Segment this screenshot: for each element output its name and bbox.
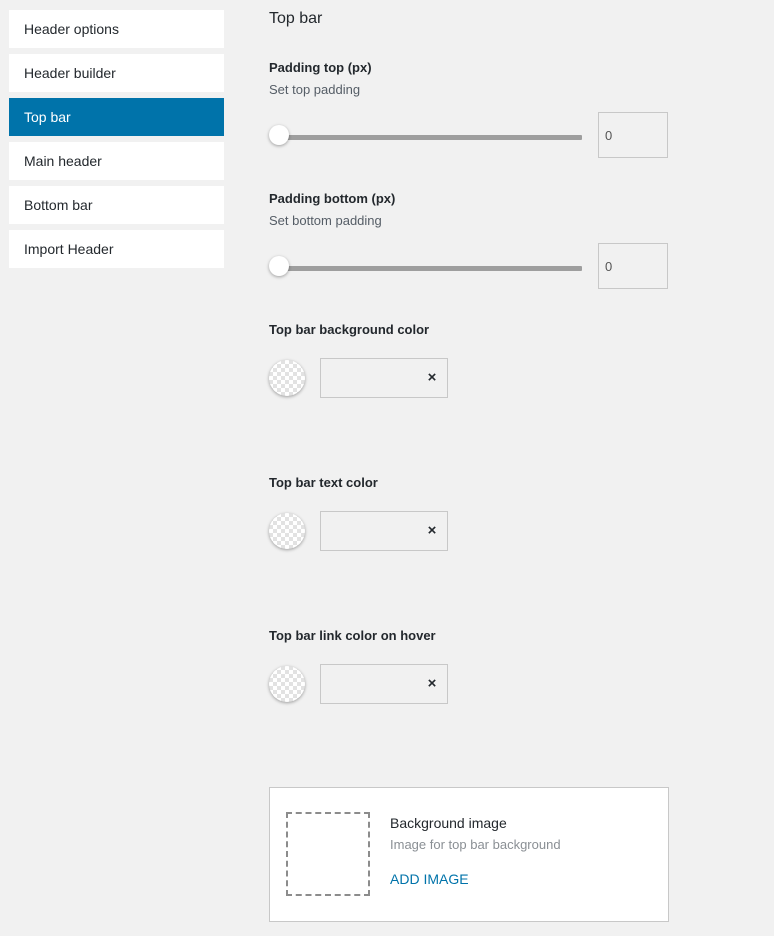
padding-top-slider[interactable] xyxy=(269,124,582,150)
image-placeholder-icon[interactable] xyxy=(286,812,370,896)
page-title: Top bar xyxy=(269,10,323,27)
bg-color-label: Top bar background color xyxy=(269,322,430,337)
padding-bottom-description: Set bottom padding xyxy=(269,213,382,228)
link-hover-color-swatch[interactable] xyxy=(269,666,305,702)
customizer-panel: Header options Header builder Top bar Ma… xyxy=(0,0,774,936)
bg-color-swatch[interactable] xyxy=(269,360,305,396)
text-color-label: Top bar text color xyxy=(269,475,378,490)
sidebar-nav: Header options Header builder Top bar Ma… xyxy=(9,10,224,274)
bg-color-input[interactable] xyxy=(321,359,421,397)
sidebar-item-header-options[interactable]: Header options xyxy=(9,10,224,48)
padding-bottom-input[interactable] xyxy=(598,243,668,289)
padding-bottom-slider-handle[interactable] xyxy=(269,256,289,276)
add-image-button[interactable]: ADD IMAGE xyxy=(390,871,469,887)
padding-top-input[interactable] xyxy=(598,112,668,158)
padding-top-description: Set top padding xyxy=(269,82,361,97)
sidebar-item-bottom-bar[interactable]: Bottom bar xyxy=(9,186,224,224)
padding-top-slider-handle[interactable] xyxy=(269,125,289,145)
sidebar-item-top-bar[interactable]: Top bar xyxy=(9,98,224,136)
padding-bottom-label: Padding bottom (px) xyxy=(269,191,396,206)
close-icon[interactable]: × xyxy=(426,676,438,692)
close-icon[interactable]: × xyxy=(426,370,438,386)
sidebar-item-header-builder[interactable]: Header builder xyxy=(9,54,224,92)
link-hover-color-field[interactable]: × xyxy=(320,664,448,704)
link-hover-color-input[interactable] xyxy=(321,665,421,703)
padding-bottom-slider[interactable] xyxy=(269,255,582,281)
padding-top-slider-track[interactable] xyxy=(275,135,582,140)
close-icon[interactable]: × xyxy=(426,523,438,539)
bg-color-field[interactable]: × xyxy=(320,358,448,398)
text-color-field[interactable]: × xyxy=(320,511,448,551)
sidebar-item-import-header[interactable]: Import Header xyxy=(9,230,224,268)
text-color-swatch[interactable] xyxy=(269,513,305,549)
sidebar-item-main-header[interactable]: Main header xyxy=(9,142,224,180)
background-image-description: Image for top bar background xyxy=(390,837,561,852)
padding-bottom-slider-track[interactable] xyxy=(275,266,582,271)
text-color-input[interactable] xyxy=(321,512,421,550)
padding-top-label: Padding top (px) xyxy=(269,60,372,75)
link-hover-color-label: Top bar link color on hover xyxy=(269,628,436,643)
background-image-title: Background image xyxy=(390,815,507,831)
background-image-card: Background image Image for top bar backg… xyxy=(269,787,669,922)
